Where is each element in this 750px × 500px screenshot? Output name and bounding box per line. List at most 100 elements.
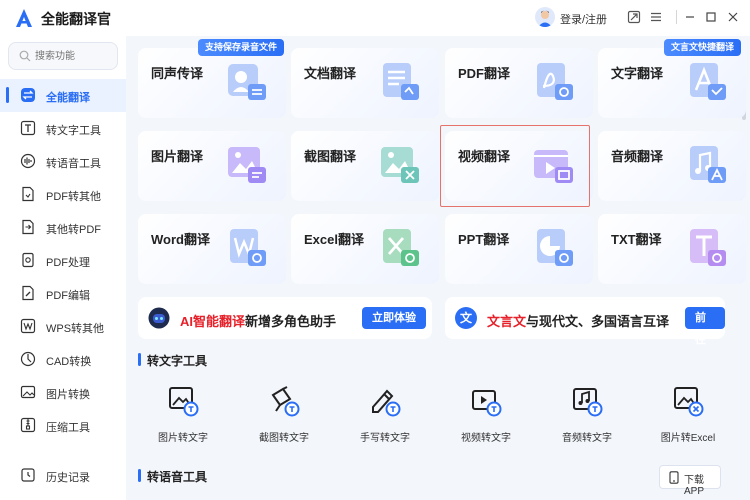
card-audio[interactable]: 音频翻译 <box>598 131 746 201</box>
cad-icon <box>20 351 36 367</box>
card-pdf[interactable]: PDF翻译 <box>445 48 593 118</box>
card-excel[interactable]: Excel翻译 <box>291 214 439 284</box>
search-input[interactable] <box>35 47 115 65</box>
pin-icon[interactable] <box>627 10 641 24</box>
card-ppt[interactable]: PPT翻译 <box>445 214 593 284</box>
wen-icon: 文 <box>455 307 477 329</box>
card-label: 同声传译 <box>151 66 204 81</box>
banner-ai[interactable]: AI智能翻译新增多角色助手 立即体验 <box>138 297 432 339</box>
sidebar-item-label: 压缩工具 <box>46 422 90 434</box>
try-now-button[interactable]: 立即体验 <box>362 307 426 329</box>
sidebar-item-compress[interactable]: 压缩工具 <box>0 409 126 442</box>
sidebar-item-label: 图片转换 <box>46 389 90 401</box>
tool-image-to-excel[interactable]: 图片转Excel <box>638 385 738 445</box>
minimize-icon[interactable] <box>683 10 697 24</box>
sidebar: 全能翻译 转文字工具 转语音工具 PDF转其他 其他转PDF PDF处理 PDF… <box>0 36 126 500</box>
pdf-process-icon <box>22 252 34 268</box>
banner-classical[interactable]: 文 文言文与现代文、多国语言互译 前往 <box>445 297 725 346</box>
card-screenshot[interactable]: 截图翻译 <box>291 131 439 201</box>
tool-audio-to-text[interactable]: 音频转文字 <box>537 385 637 445</box>
image-icon <box>20 385 36 399</box>
card-text[interactable]: 文字翻译 文言文快捷翻译 <box>598 39 746 118</box>
sidebar-item-label: PDF转其他 <box>46 191 101 203</box>
sidebar-item-cad[interactable]: CAD转换 <box>0 343 126 376</box>
pdf-icon <box>537 63 573 100</box>
sidebar-item-to-pdf[interactable]: 其他转PDF <box>0 211 126 244</box>
card-picture[interactable]: 图片翻译 <box>138 131 286 201</box>
sidebar-item-pdf-process[interactable]: PDF处理 <box>0 244 126 277</box>
section-title-voice-tools: 转语音工具 <box>138 468 207 485</box>
sidebar-item-pdf-convert[interactable]: PDF转其他 <box>0 178 126 211</box>
close-icon[interactable] <box>726 10 740 24</box>
tool-label: 图片转Excel <box>660 433 716 444</box>
tool-handwriting-to-text[interactable]: 手写转文字 <box>335 385 435 445</box>
pdf-edit-icon <box>22 285 34 301</box>
search-box[interactable] <box>8 42 118 70</box>
image-to-text-icon <box>169 387 199 417</box>
screenshot-icon <box>381 147 419 183</box>
card-label: 音频翻译 <box>611 149 664 164</box>
robot-icon <box>148 307 170 329</box>
menu-icon[interactable] <box>649 10 663 24</box>
sidebar-item-wps[interactable]: WPS转其他 <box>0 310 126 343</box>
sidebar-item-text-tools[interactable]: 转文字工具 <box>0 112 126 145</box>
translate-icon <box>21 88 35 102</box>
section-title-text-tools: 转文字工具 <box>138 352 207 369</box>
app-title: 全能翻译官 <box>41 11 111 27</box>
tool-label: 音频转文字 <box>562 433 612 444</box>
card-label: 文档翻译 <box>304 66 357 81</box>
compress-icon <box>20 417 36 433</box>
card-label: 文字翻译 <box>611 66 664 81</box>
tool-video-to-text[interactable]: 视频转文字 <box>436 385 536 445</box>
tool-screenshot-to-text[interactable]: 截图转文字 <box>234 385 334 445</box>
app-logo-icon <box>16 9 32 27</box>
sidebar-item-label: CAD转换 <box>46 356 92 368</box>
phone-icon <box>669 471 679 484</box>
sidebar-item-translate[interactable]: 全能翻译 <box>0 79 126 112</box>
image-to-excel-icon <box>674 387 704 417</box>
to-pdf-icon <box>22 219 34 235</box>
card-label: Word翻译 <box>151 232 210 247</box>
ppt-icon <box>537 229 573 266</box>
search-icon <box>19 50 31 62</box>
sidebar-item-voice-tools[interactable]: 转语音工具 <box>0 145 126 178</box>
go-button[interactable]: 前往 <box>685 307 725 346</box>
download-app-button[interactable]: 下载APP <box>659 465 721 497</box>
sidebar-item-pdf-edit[interactable]: PDF编辑 <box>0 277 126 310</box>
screenshot-to-text-icon <box>271 386 300 417</box>
sidebar-item-label: 其他转PDF <box>46 224 101 236</box>
sidebar-item-label: 转语音工具 <box>46 158 101 170</box>
audio-to-text-icon <box>573 388 603 417</box>
word-icon <box>230 229 266 266</box>
sidebar-item-image[interactable]: 图片转换 <box>0 376 126 409</box>
maximize-icon[interactable] <box>704 10 718 24</box>
selection-highlight <box>440 125 590 207</box>
card-tag: 支持保存录音文件 <box>198 39 285 56</box>
tool-label: 手写转文字 <box>360 433 410 444</box>
sidebar-item-history[interactable]: 历史记录 <box>0 459 126 492</box>
excel-icon <box>383 229 419 266</box>
tool-label: 视频转文字 <box>461 433 511 444</box>
title-divider <box>676 10 677 24</box>
card-label: Excel翻译 <box>304 232 364 247</box>
card-label: 截图翻译 <box>304 149 357 164</box>
card-txt[interactable]: TXT翻译 <box>598 214 746 284</box>
sidebar-item-label: WPS转其他 <box>46 323 105 335</box>
banner-body: 新增多角色助手 <box>245 314 337 329</box>
tool-image-to-text[interactable]: 图片转文字 <box>133 385 233 445</box>
txt-icon <box>690 229 726 266</box>
sidebar-item-label: 转文字工具 <box>46 125 101 137</box>
card-document[interactable]: 文档翻译 <box>291 48 439 118</box>
banner-classical-text: 文言文与现代文、多国语言互译 <box>487 311 669 330</box>
text-icon <box>690 63 726 100</box>
card-label: PDF翻译 <box>458 66 511 81</box>
card-label: PPT翻译 <box>458 232 510 247</box>
pdf-convert-icon <box>22 186 34 202</box>
card-word[interactable]: Word翻译 <box>138 214 286 284</box>
login-link[interactable]: 登录/注册 <box>560 11 607 27</box>
banner-highlight: 文言文 <box>487 314 527 329</box>
avatar[interactable] <box>535 7 555 27</box>
title-bar: 全能翻译官 登录/注册 <box>0 0 750 36</box>
sidebar-item-label: PDF编辑 <box>46 290 90 302</box>
card-simultaneous[interactable]: 同声传译 支持保存录音文件 <box>138 39 286 118</box>
